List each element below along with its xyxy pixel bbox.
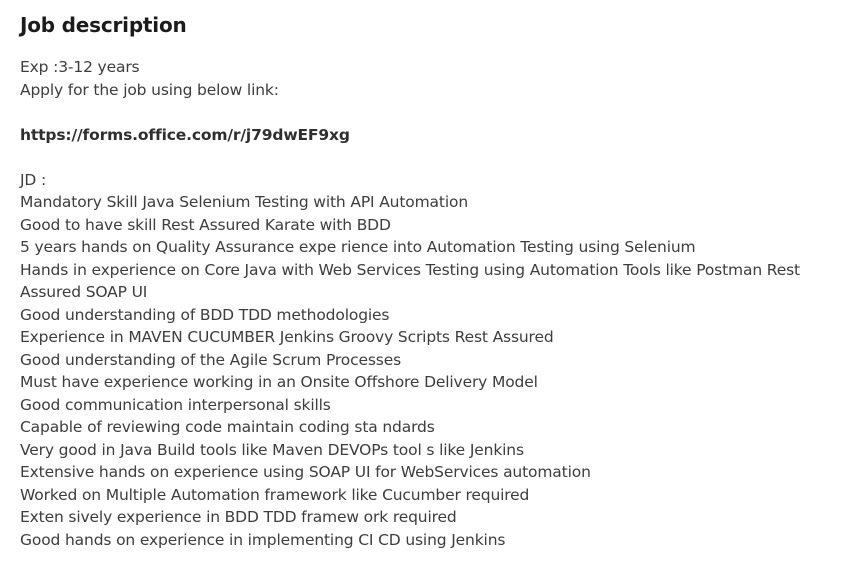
requirements-list: Mandatory Skill Java Selenium Testing wi…	[20, 191, 850, 551]
requirement-item: Hands in experience on Core Java with We…	[20, 260, 800, 279]
requirement-item: Experience in MAVEN CUCUMBER Jenkins Gro…	[20, 328, 554, 346]
requirement-item: Good communication interpersonal skills	[20, 395, 331, 414]
requirement-item: Must have experience working in an Onsit…	[20, 373, 538, 391]
requirement-item: 5 years hands on Quality Assurance expe …	[20, 238, 696, 256]
apply-instruction-text: Apply for the job using below link:	[20, 80, 279, 99]
experience-text: Exp :3-12 years	[20, 58, 140, 76]
requirement-item: Good understanding of the Agile Scrum Pr…	[20, 350, 402, 369]
requirement-item: Exten sively experience in BDD TDD frame…	[20, 508, 457, 526]
requirement-item: Mandatory Skill Java Selenium Testing wi…	[20, 193, 468, 211]
requirement-item: Very good in Java Build tools like Maven…	[20, 440, 524, 459]
requirement-item: Worked on Multiple Automation framework …	[20, 485, 530, 504]
job-description-body: Exp :3-12 years Apply for the job using …	[20, 56, 850, 551]
requirement-item: Good hands on experience in implementing…	[20, 530, 506, 549]
apply-link[interactable]: https://forms.office.com/r/j79dwEF9xg	[20, 124, 850, 147]
requirement-item: Capable of reviewing code maintain codin…	[20, 418, 435, 436]
requirement-item: Assured SOAP UI	[20, 283, 148, 301]
requirement-item: Good understanding of BDD TDD methodolog…	[20, 305, 390, 324]
jd-heading: JD :	[20, 170, 47, 189]
job-description-section: Job description Exp :3-12 years Apply fo…	[20, 10, 850, 551]
job-description-title: Job description	[20, 13, 187, 37]
requirement-item: Extensive hands on experience using SOAP…	[20, 463, 591, 481]
requirement-item: Good to have skill Rest Assured Karate w…	[20, 215, 391, 234]
